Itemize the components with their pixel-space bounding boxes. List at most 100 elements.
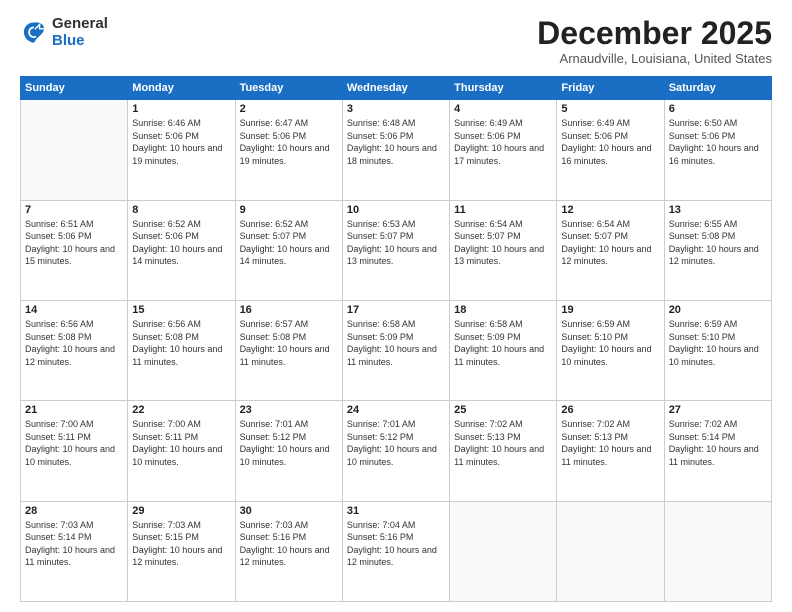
day-number: 14 (25, 304, 123, 316)
day-number: 1 (132, 103, 230, 115)
calendar-cell: 31Sunrise: 7:04 AM Sunset: 5:16 PM Dayli… (342, 501, 449, 601)
day-info: Sunrise: 7:01 AM Sunset: 5:12 PM Dayligh… (347, 418, 445, 468)
day-info: Sunrise: 6:54 AM Sunset: 5:07 PM Dayligh… (454, 218, 552, 268)
header-sunday: Sunday (21, 77, 128, 100)
calendar-week-1: 1Sunrise: 6:46 AM Sunset: 5:06 PM Daylig… (21, 100, 772, 200)
day-number: 24 (347, 404, 445, 416)
day-number: 21 (25, 404, 123, 416)
calendar-cell: 7 Sunrise: 6:51 AM Sunset: 5:06 PM Daylig… (21, 200, 128, 300)
day-info: Sunrise: 6:56 AM Sunset: 5:08 PM Dayligh… (25, 318, 123, 368)
calendar-cell: 17 Sunrise: 6:58 AM Sunset: 5:09 PM Dayli… (342, 300, 449, 400)
day-headers-row: Sunday Monday Tuesday Wednesday Thursday… (21, 77, 772, 100)
day-info: Sunrise: 6:52 AM Sunset: 5:06 PM Dayligh… (132, 218, 230, 268)
calendar-cell: 23Sunrise: 7:01 AM Sunset: 5:12 PM Dayli… (235, 401, 342, 501)
calendar-week-5: 28 Sunrise: 7:03 AM Sunset: 5:14 PM Dayli… (21, 501, 772, 601)
calendar-cell: 28 Sunrise: 7:03 AM Sunset: 5:14 PM Dayli… (21, 501, 128, 601)
day-info: Sunrise: 6:49 AM Sunset: 5:06 PM Dayligh… (561, 117, 659, 167)
day-number: 11 (454, 204, 552, 216)
day-number: 6 (669, 103, 767, 115)
calendar-cell: 26 Sunrise: 7:02 AM Sunset: 5:13 PM Dayli… (557, 401, 664, 501)
calendar-header: Sunday Monday Tuesday Wednesday Thursday… (21, 77, 772, 100)
day-number: 27 (669, 404, 767, 416)
calendar-cell: 16 Sunrise: 6:57 AM Sunset: 5:08 PM Dayli… (235, 300, 342, 400)
calendar-cell: 4 Sunrise: 6:49 AM Sunset: 5:06 PM Daylig… (450, 100, 557, 200)
day-number: 30 (240, 505, 338, 517)
day-info: Sunrise: 6:49 AM Sunset: 5:06 PM Dayligh… (454, 117, 552, 167)
calendar-cell: 8Sunrise: 6:52 AM Sunset: 5:06 PM Daylig… (128, 200, 235, 300)
calendar-cell (557, 501, 664, 601)
title-section: December 2025 Arnaudville, Louisiana, Un… (537, 16, 772, 66)
day-number: 9 (240, 204, 338, 216)
calendar-cell: 15Sunrise: 6:56 AM Sunset: 5:08 PM Dayli… (128, 300, 235, 400)
calendar-cell: 3Sunrise: 6:48 AM Sunset: 5:06 PM Daylig… (342, 100, 449, 200)
day-info: Sunrise: 6:53 AM Sunset: 5:07 PM Dayligh… (347, 218, 445, 268)
logo-general-text: General (52, 16, 108, 33)
day-number: 10 (347, 204, 445, 216)
calendar-cell: 9 Sunrise: 6:52 AM Sunset: 5:07 PM Daylig… (235, 200, 342, 300)
calendar-week-3: 14 Sunrise: 6:56 AM Sunset: 5:08 PM Dayli… (21, 300, 772, 400)
logo-text: General Blue (52, 16, 108, 49)
calendar-cell: 2 Sunrise: 6:47 AM Sunset: 5:06 PM Daylig… (235, 100, 342, 200)
calendar-cell: 22 Sunrise: 7:00 AM Sunset: 5:11 PM Dayli… (128, 401, 235, 501)
logo-icon (20, 19, 48, 47)
day-number: 5 (561, 103, 659, 115)
day-number: 7 (25, 204, 123, 216)
calendar-cell: 21Sunrise: 7:00 AM Sunset: 5:11 PM Dayli… (21, 401, 128, 501)
calendar-table: Sunday Monday Tuesday Wednesday Thursday… (20, 76, 772, 602)
header-saturday: Saturday (664, 77, 771, 100)
page: General Blue December 2025 Arnaudville, … (0, 0, 792, 612)
day-info: Sunrise: 7:03 AM Sunset: 5:14 PM Dayligh… (25, 519, 123, 569)
day-number: 18 (454, 304, 552, 316)
calendar-week-4: 21 Sunrise: 7:00 AM Sunset: 5:11 PM Dayli… (21, 401, 772, 501)
header-friday: Friday (557, 77, 664, 100)
day-number: 4 (454, 103, 552, 115)
day-number: 28 (25, 505, 123, 517)
day-info: Sunrise: 6:55 AM Sunset: 5:08 PM Dayligh… (669, 218, 767, 268)
day-info: Sunrise: 6:58 AM Sunset: 5:09 PM Dayligh… (347, 318, 445, 368)
logo-blue-text: Blue (52, 33, 108, 50)
day-info: Sunrise: 6:57 AM Sunset: 5:08 PM Dayligh… (240, 318, 338, 368)
day-info: Sunrise: 7:03 AM Sunset: 5:15 PM Dayligh… (132, 519, 230, 569)
day-info: Sunrise: 7:02 AM Sunset: 5:13 PM Dayligh… (561, 418, 659, 468)
day-info: Sunrise: 6:59 AM Sunset: 5:10 PM Dayligh… (561, 318, 659, 368)
day-number: 22 (132, 404, 230, 416)
day-info: Sunrise: 6:56 AM Sunset: 5:08 PM Dayligh… (132, 318, 230, 368)
day-number: 26 (561, 404, 659, 416)
day-number: 17 (347, 304, 445, 316)
calendar-cell: 13Sunrise: 6:55 AM Sunset: 5:08 PM Dayli… (664, 200, 771, 300)
calendar-cell: 11 Sunrise: 6:54 AM Sunset: 5:07 PM Dayli… (450, 200, 557, 300)
calendar-cell: 6Sunrise: 6:50 AM Sunset: 5:06 PM Daylig… (664, 100, 771, 200)
day-number: 29 (132, 505, 230, 517)
day-info: Sunrise: 6:52 AM Sunset: 5:07 PM Dayligh… (240, 218, 338, 268)
day-info: Sunrise: 6:59 AM Sunset: 5:10 PM Dayligh… (669, 318, 767, 368)
day-number: 16 (240, 304, 338, 316)
calendar-cell: 1Sunrise: 6:46 AM Sunset: 5:06 PM Daylig… (128, 100, 235, 200)
calendar-cell (450, 501, 557, 601)
calendar-cell: 18Sunrise: 6:58 AM Sunset: 5:09 PM Dayli… (450, 300, 557, 400)
day-number: 2 (240, 103, 338, 115)
header: General Blue December 2025 Arnaudville, … (20, 16, 772, 66)
day-number: 20 (669, 304, 767, 316)
header-thursday: Thursday (450, 77, 557, 100)
calendar-cell: 30 Sunrise: 7:03 AM Sunset: 5:16 PM Dayli… (235, 501, 342, 601)
day-number: 23 (240, 404, 338, 416)
calendar-cell: 5 Sunrise: 6:49 AM Sunset: 5:06 PM Daylig… (557, 100, 664, 200)
calendar-cell: 14 Sunrise: 6:56 AM Sunset: 5:08 PM Dayli… (21, 300, 128, 400)
logo: General Blue (20, 16, 108, 49)
day-info: Sunrise: 6:47 AM Sunset: 5:06 PM Dayligh… (240, 117, 338, 167)
day-number: 25 (454, 404, 552, 416)
day-info: Sunrise: 7:00 AM Sunset: 5:11 PM Dayligh… (132, 418, 230, 468)
calendar-cell: 24 Sunrise: 7:01 AM Sunset: 5:12 PM Dayli… (342, 401, 449, 501)
calendar-cell (21, 100, 128, 200)
calendar-cell: 10 Sunrise: 6:53 AM Sunset: 5:07 PM Dayli… (342, 200, 449, 300)
header-wednesday: Wednesday (342, 77, 449, 100)
calendar-cell: 27Sunrise: 7:02 AM Sunset: 5:14 PM Dayli… (664, 401, 771, 501)
calendar-body: 1Sunrise: 6:46 AM Sunset: 5:06 PM Daylig… (21, 100, 772, 602)
calendar-cell: 29 Sunrise: 7:03 AM Sunset: 5:15 PM Dayli… (128, 501, 235, 601)
day-info: Sunrise: 6:51 AM Sunset: 5:06 PM Dayligh… (25, 218, 123, 268)
header-tuesday: Tuesday (235, 77, 342, 100)
day-info: Sunrise: 7:03 AM Sunset: 5:16 PM Dayligh… (240, 519, 338, 569)
day-number: 31 (347, 505, 445, 517)
day-info: Sunrise: 7:02 AM Sunset: 5:13 PM Dayligh… (454, 418, 552, 468)
main-title: December 2025 (537, 16, 772, 51)
